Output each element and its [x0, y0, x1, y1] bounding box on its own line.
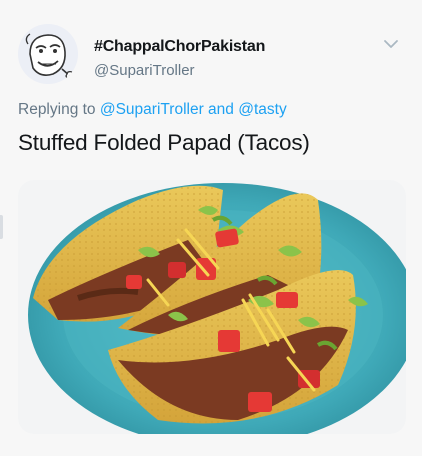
- tweet-card: #ChappalChorPakistan @SupariTroller Repl…: [0, 0, 422, 456]
- reply-mention-supari[interactable]: @SupariTroller: [100, 101, 204, 118]
- tweet-media-image[interactable]: [18, 180, 406, 434]
- author-display-name[interactable]: #ChappalChorPakistan: [94, 38, 265, 56]
- reply-prefix: Replying to: [18, 101, 100, 118]
- reply-conjunction: and: [203, 101, 239, 118]
- avatar-face-icon: [18, 24, 78, 84]
- replying-to-line: Replying to @SupariTroller and @tasty: [18, 101, 287, 119]
- reply-mention-tasty[interactable]: @tasty: [238, 101, 286, 118]
- tacos-photo: [18, 180, 406, 434]
- chevron-down-icon[interactable]: [382, 38, 400, 50]
- avatar[interactable]: [18, 24, 78, 84]
- scroll-edge-indicator: [0, 215, 3, 239]
- author-handle[interactable]: @SupariTroller: [94, 62, 195, 79]
- tweet-text: Stuffed Folded Papad (Tacos): [18, 130, 310, 155]
